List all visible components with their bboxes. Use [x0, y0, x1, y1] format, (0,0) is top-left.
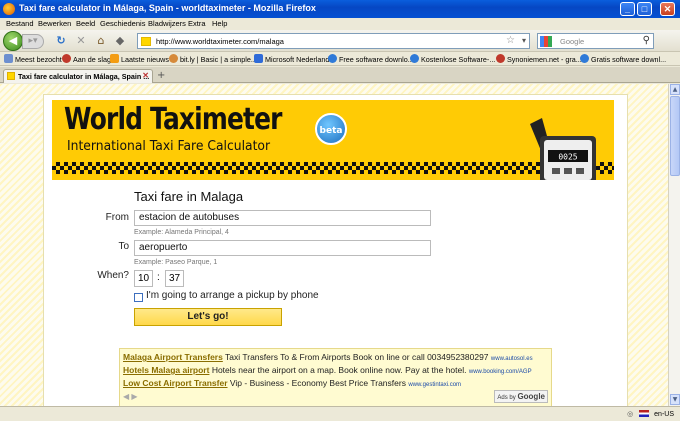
when-label: When? [97, 270, 129, 281]
url-dropdown-icon[interactable]: ▾ [522, 36, 526, 45]
from-example: Example: Alameda Principal, 4 [134, 229, 229, 236]
fare-form: Taxi fare in Malaga From estacion de aut… [44, 187, 629, 337]
forward-button[interactable]: ▸▾ [22, 34, 44, 49]
lets-go-button[interactable]: Let's go! [134, 308, 282, 326]
pickup-checkbox[interactable] [134, 293, 143, 302]
home-icon[interactable]: ⌂ [94, 34, 108, 48]
tab-close-icon[interactable]: ✕ [142, 71, 149, 80]
page-viewport: World Taximeter International Taxi Fare … [0, 84, 668, 406]
bookmark-item[interactable]: Free software downlo... [328, 54, 414, 64]
tab-taxi-fare[interactable]: Taxi fare calculator in Málaga, Spain ..… [3, 69, 153, 83]
pickup-label: I'm going to arrange a pickup by phone [146, 290, 319, 301]
close-button[interactable]: ✕ [660, 2, 675, 16]
site-favicon [141, 37, 151, 46]
language-status[interactable]: en-US [654, 411, 674, 418]
meter-digits: 0025 [558, 153, 577, 162]
page-container: World Taximeter International Taxi Fare … [43, 94, 628, 406]
ad-row: Malaga Airport Transfers Taxi Transfers … [123, 352, 533, 362]
ad-link[interactable]: Low Cost Airport Transfer [123, 378, 228, 388]
ad-row: Low Cost Airport Transfer Vip - Business… [123, 378, 461, 388]
bookmark-item[interactable]: Gratis software downl... [580, 54, 666, 64]
ad-text: Vip - Business - Economy Best Price Tran… [229, 378, 406, 388]
bookmark-item[interactable]: Kostenlose Software-... [410, 54, 495, 64]
window-title: Taxi fare calculator in Málaga, Spain - … [19, 3, 316, 13]
status-right: ◎ en-US [627, 410, 674, 418]
to-example: Example: Paseo Parque, 1 [134, 259, 218, 266]
new-tab-icon[interactable]: + [157, 70, 165, 81]
time-separator: : [157, 272, 160, 283]
taximeter-icon: 0025 [530, 118, 596, 180]
maximize-button[interactable]: □ [637, 2, 652, 16]
menu-help[interactable]: Help [212, 19, 227, 28]
menu-bestand[interactable]: Bestand [6, 19, 34, 28]
bookmark-item[interactable]: Laatste nieuws [110, 54, 169, 64]
bookmark-item[interactable]: Synoniemen.net - gra... [496, 54, 582, 64]
minute-input[interactable]: 37 [165, 270, 184, 287]
menu-beeld[interactable]: Beeld [76, 19, 95, 28]
vertical-scrollbar[interactable]: ▲ ▼ [668, 84, 680, 406]
ad-text: Hotels near the airport on a map. Book o… [211, 365, 467, 375]
to-input[interactable]: aeropuerto [134, 240, 431, 256]
ad-link[interactable]: Hotels Malaga airport [123, 365, 209, 375]
google-icon[interactable] [540, 36, 552, 47]
addon-status-icon[interactable]: ◎ [627, 411, 633, 418]
search-icon[interactable]: ⚲ [643, 35, 650, 46]
bookmark-item[interactable]: Meest bezocht [4, 54, 62, 64]
site-subtitle: International Taxi Fare Calculator [67, 139, 271, 154]
bookmark-item[interactable]: Aan de slag [62, 54, 111, 64]
url-text: http://www.worldtaximeter.com/malaga [156, 37, 284, 46]
ad-row: Hotels Malaga airport Hotels near the ai… [123, 365, 532, 375]
ad-nav-arrows[interactable]: ◀ ▶ [123, 392, 138, 401]
minimize-button[interactable]: _ [620, 2, 635, 16]
form-title: Taxi fare in Malaga [134, 189, 244, 204]
from-input[interactable]: estacion de autobuses [134, 210, 431, 226]
menu-bewerken[interactable]: Bewerken [38, 19, 71, 28]
menu-bladwijzers[interactable]: Bladwijzers [148, 19, 186, 28]
ad-link[interactable]: Malaga Airport Transfers [123, 352, 223, 362]
stop-icon[interactable]: ✕ [74, 34, 88, 48]
bookmark-star-icon[interactable]: ☆ [506, 35, 515, 46]
bookmark-item[interactable]: bit.ly | Basic | a simple... [169, 54, 257, 64]
scroll-down-icon[interactable]: ▼ [670, 394, 680, 405]
tab-label: Taxi fare calculator in Málaga, Spain ..… [18, 72, 150, 81]
navigation-toolbar: ◀ ▸▾ ↻ ✕ ⌂ ◆ http://www.worldtaximeter.c… [0, 30, 680, 52]
ad-url[interactable]: www.autosol.es [491, 356, 533, 362]
tab-favicon [7, 72, 15, 80]
scroll-thumb[interactable] [670, 96, 680, 176]
to-label: To [118, 241, 129, 252]
bookmark-item[interactable]: Microsoft Nederland [254, 54, 329, 64]
window-titlebar: Taxi fare calculator in Málaga, Spain - … [0, 0, 680, 18]
back-button[interactable]: ◀ [3, 31, 23, 51]
ad-url[interactable]: www.booking.com/AGP [469, 369, 532, 375]
firefox-icon [3, 3, 15, 15]
ads-by-google[interactable]: Ads by Google [494, 390, 548, 403]
site-banner: World Taximeter International Taxi Fare … [52, 100, 614, 180]
tab-bar: Taxi fare calculator in Málaga, Spain ..… [0, 67, 680, 83]
from-label: From [105, 212, 129, 223]
url-bar[interactable]: http://www.worldtaximeter.com/malaga ☆ ▾ [137, 33, 530, 49]
search-placeholder: Google [560, 37, 585, 46]
status-bar: ◎ en-US [0, 406, 680, 421]
ad-text: Taxi Transfers To & From Airports Book o… [225, 352, 489, 362]
menu-bar: Bestand Bewerken Beeld Geschiedenis Blad… [0, 18, 680, 30]
scroll-up-icon[interactable]: ▲ [670, 84, 680, 95]
bookmarks-toolbar: Meest bezocht Aan de slag Laatste nieuws… [0, 52, 680, 66]
menu-geschiedenis[interactable]: Geschiedenis [100, 19, 145, 28]
hour-input[interactable]: 10 [134, 270, 153, 287]
addon-icon[interactable]: ◆ [113, 34, 127, 48]
reload-icon[interactable]: ↻ [54, 34, 68, 48]
ad-url[interactable]: www.gestintaxi.com [408, 382, 461, 388]
site-title: World Taximeter [64, 102, 282, 137]
menu-extra[interactable]: Extra [188, 19, 206, 28]
flag-icon [639, 410, 650, 417]
beta-badge: beta [315, 113, 347, 145]
ad-box: Malaga Airport Transfers Taxi Transfers … [119, 348, 552, 406]
search-box[interactable]: Google ⚲ [537, 33, 654, 49]
